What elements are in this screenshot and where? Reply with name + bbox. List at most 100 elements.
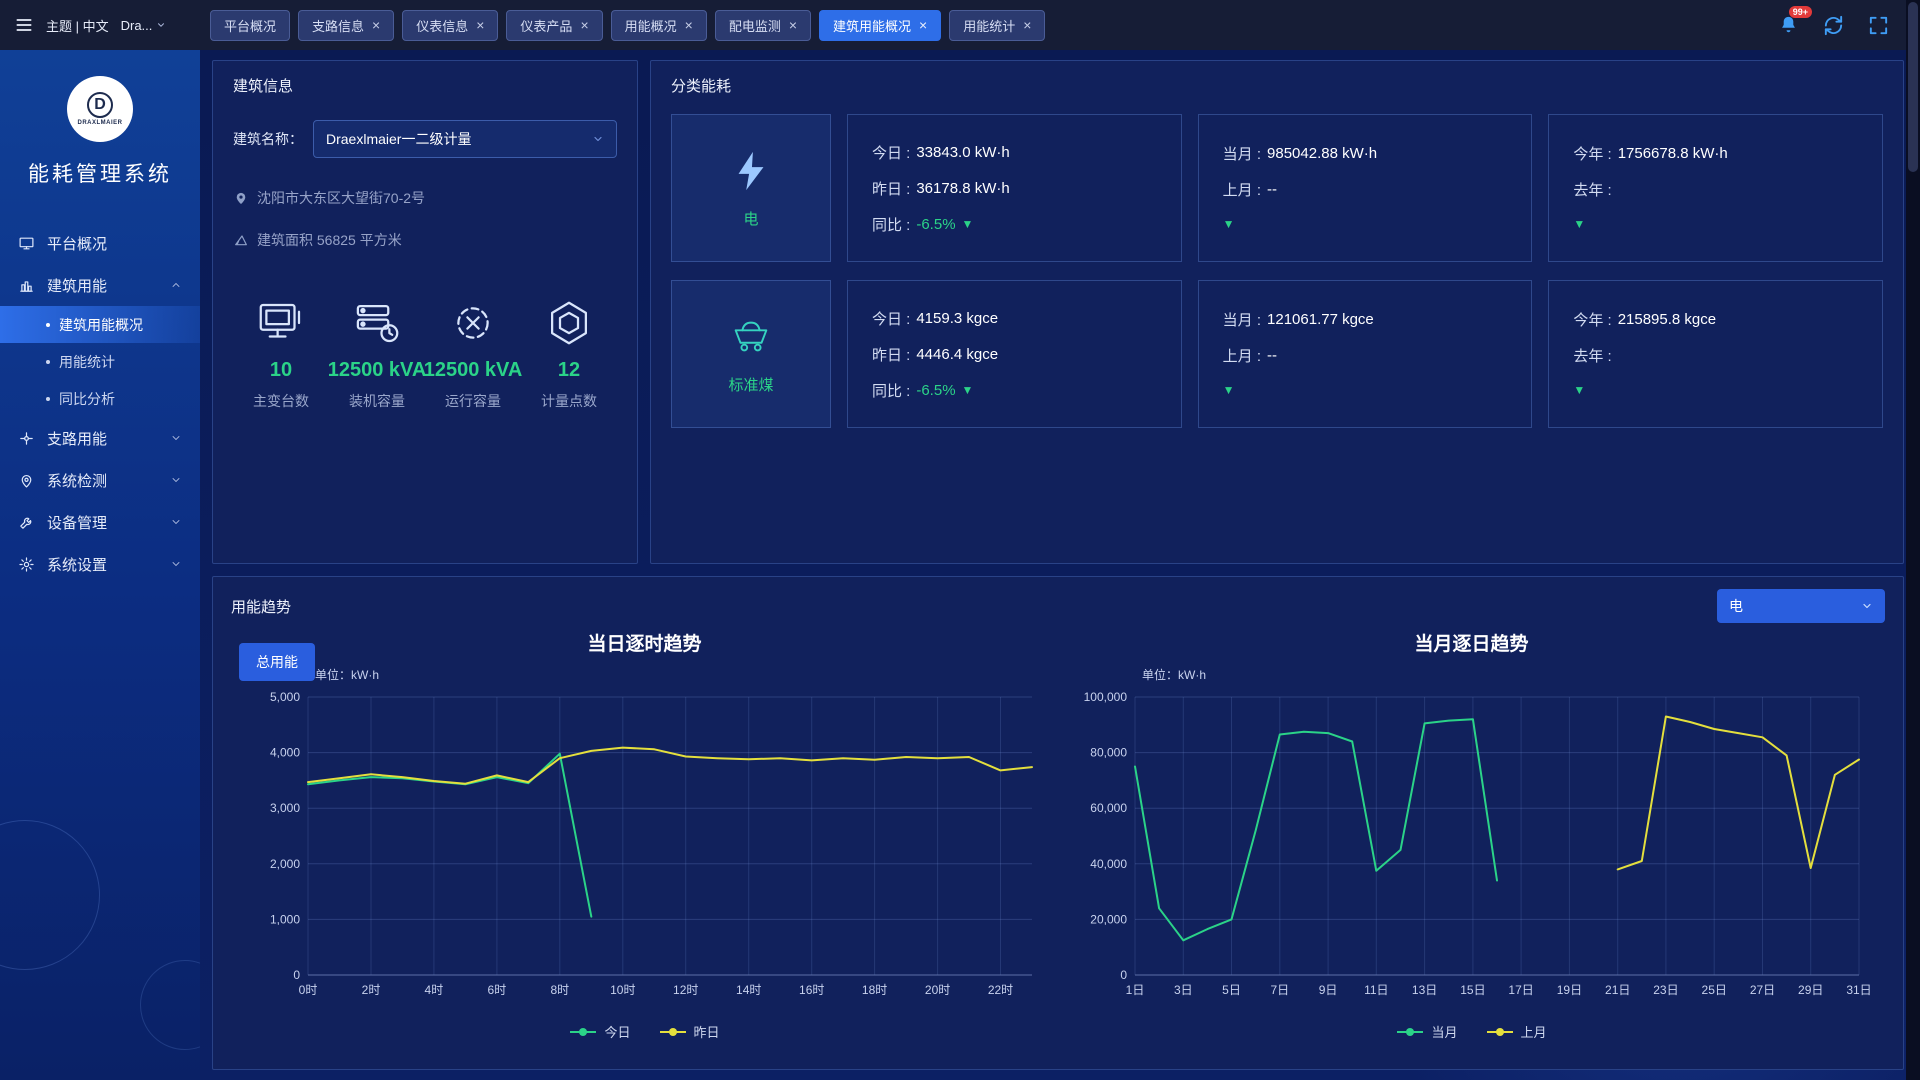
charts-row: 当日逐时趋势 单位：kW·h 0时2时4时6时8时10时12时14时16时18时… bbox=[231, 625, 1885, 1057]
location-pin-icon bbox=[233, 190, 249, 206]
trend-down-icon: ▼ bbox=[1573, 383, 1585, 397]
tab-5[interactable]: 配电监测× bbox=[715, 10, 811, 41]
chart-daily-trend: 当日逐时趋势 单位：kW·h 0时2时4时6时8时10时12时14时16时18时… bbox=[231, 625, 1058, 1057]
building-icon bbox=[18, 277, 35, 294]
svg-text:27日: 27日 bbox=[1749, 983, 1774, 997]
sidebar-subitem-1-2[interactable]: 同比分析 bbox=[0, 380, 200, 417]
svg-text:12时: 12时 bbox=[673, 983, 698, 997]
tab-3[interactable]: 仪表产品× bbox=[506, 10, 602, 41]
sidebar-item-label: 建筑用能 bbox=[47, 275, 107, 296]
stat-line: ▼ bbox=[1573, 381, 1858, 399]
svg-text:14时: 14时 bbox=[736, 983, 761, 997]
svg-text:21日: 21日 bbox=[1605, 983, 1630, 997]
fullscreen-icon bbox=[1867, 14, 1890, 37]
svg-text:16时: 16时 bbox=[799, 983, 824, 997]
installed-icon bbox=[350, 296, 404, 350]
tab-label: 平台概况 bbox=[224, 16, 276, 35]
energy-type-card-0[interactable]: 电 bbox=[671, 114, 831, 262]
refresh-icon bbox=[1822, 14, 1845, 37]
chevron-down-icon bbox=[170, 516, 182, 528]
browser-scrollbar[interactable] bbox=[1906, 0, 1920, 1080]
tab-6[interactable]: 建筑用能概况 × bbox=[819, 10, 941, 41]
building-stat-value: 10 bbox=[270, 359, 292, 382]
svg-text:3,000: 3,000 bbox=[269, 801, 299, 815]
svg-text:9日: 9日 bbox=[1318, 983, 1337, 997]
svg-text:25日: 25日 bbox=[1701, 983, 1726, 997]
tab-label: 支路信息 bbox=[312, 16, 364, 35]
chart-legend: 今日 昨日 bbox=[569, 1022, 719, 1041]
stat-value: 1756678.8 kW·h bbox=[1618, 145, 1728, 162]
legend-item-上月[interactable]: 上月 bbox=[1486, 1022, 1547, 1041]
stat-label: 上月 : bbox=[1223, 179, 1261, 200]
total-energy-button[interactable]: 总用能 bbox=[239, 643, 315, 681]
building-name-value: Draexlmaier一二级计量 bbox=[326, 129, 471, 149]
app-title: 能耗管理系统 bbox=[0, 158, 200, 188]
legend-marker-icon bbox=[1486, 1027, 1514, 1037]
sidebar-item-1[interactable]: 建筑用能 bbox=[0, 264, 200, 306]
legend-item-昨日[interactable]: 昨日 bbox=[659, 1022, 720, 1041]
stat-line: 去年 : bbox=[1573, 179, 1858, 200]
energy-type-select[interactable]: 电 bbox=[1717, 589, 1885, 623]
close-icon[interactable]: × bbox=[372, 18, 380, 32]
energy-type-card-1[interactable]: 标准煤 bbox=[671, 280, 831, 428]
notification-button[interactable]: 99+ bbox=[1777, 14, 1800, 37]
refresh-button[interactable] bbox=[1822, 14, 1845, 37]
theme-language-switch[interactable]: 主题 | 中文 bbox=[46, 16, 109, 35]
legend-label: 今日 bbox=[604, 1022, 630, 1041]
sidebar: D DRAXLMAIER 能耗管理系统 平台概况建筑用能建筑用能概况用能统计同比… bbox=[0, 50, 200, 1080]
legend-label: 上月 bbox=[1521, 1022, 1547, 1041]
sidebar-item-3[interactable]: 系统检测 bbox=[0, 459, 200, 501]
svg-text:0时: 0时 bbox=[298, 983, 317, 997]
sidebar-item-5[interactable]: 系统设置 bbox=[0, 543, 200, 585]
tab-label: 建筑用能概况 bbox=[833, 16, 911, 35]
legend-item-当月[interactable]: 当月 bbox=[1396, 1022, 1457, 1041]
close-icon[interactable]: × bbox=[919, 18, 927, 32]
transformer-icon bbox=[254, 296, 308, 350]
legend-item-今日[interactable]: 今日 bbox=[569, 1022, 630, 1041]
svg-text:15日: 15日 bbox=[1460, 983, 1485, 997]
metering-icon bbox=[542, 296, 596, 350]
building-stat-label: 运行容量 bbox=[445, 391, 501, 411]
stat-value: -6.5% bbox=[916, 382, 955, 399]
close-icon[interactable]: × bbox=[580, 18, 588, 32]
sidebar-subitem-1-0[interactable]: 建筑用能概况 bbox=[0, 306, 200, 343]
electric-icon bbox=[728, 148, 774, 194]
building-name-select[interactable]: Draexlmaier一二级计量 bbox=[313, 120, 617, 158]
svg-text:2时: 2时 bbox=[361, 983, 380, 997]
svg-text:11日: 11日 bbox=[1364, 983, 1388, 997]
chevron-down-icon bbox=[1861, 600, 1873, 612]
chart-legend: 当月 上月 bbox=[1396, 1022, 1546, 1041]
hamburger-menu-icon[interactable] bbox=[14, 15, 34, 35]
main-content: 建筑信息 建筑名称： Draexlmaier一二级计量 沈阳市大东区大望街70-… bbox=[200, 50, 1920, 1080]
close-icon[interactable]: × bbox=[1023, 18, 1031, 32]
category-rows: 电今日 : 33843.0 kW·h昨日 : 36178.8 kW·h同比 : … bbox=[671, 114, 1883, 428]
svg-text:4,000: 4,000 bbox=[269, 746, 299, 760]
tools-icon bbox=[18, 514, 35, 531]
tab-0[interactable]: 平台概况 bbox=[210, 10, 290, 41]
sidebar-item-2[interactable]: 支路用能 bbox=[0, 417, 200, 459]
category-energy-title: 分类能耗 bbox=[671, 75, 1883, 96]
fullscreen-button[interactable] bbox=[1867, 14, 1890, 37]
tab-1[interactable]: 支路信息 × bbox=[298, 10, 394, 41]
sidebar-item-0[interactable]: 平台概况 bbox=[0, 222, 200, 264]
stat-label: 去年 : bbox=[1573, 179, 1611, 200]
svg-text:5日: 5日 bbox=[1222, 983, 1241, 997]
user-menu[interactable]: Dra... bbox=[121, 18, 167, 33]
energy-stat-card-1-2: 今年 : 215895.8 kgce去年 : ▼ bbox=[1548, 280, 1883, 428]
svg-text:8时: 8时 bbox=[550, 983, 569, 997]
close-icon[interactable]: × bbox=[476, 18, 484, 32]
building-area-row: 建筑面积 56825 平方米 bbox=[233, 230, 617, 250]
building-address-row: 沈阳市大东区大望街70-2号 bbox=[233, 188, 617, 208]
close-icon[interactable]: × bbox=[789, 18, 797, 32]
stat-label: 昨日 : bbox=[872, 344, 910, 365]
stat-line: 同比 : -6.5%▼ bbox=[872, 380, 1157, 401]
scrollbar-thumb[interactable] bbox=[1908, 2, 1918, 172]
tab-7[interactable]: 用能统计× bbox=[949, 10, 1045, 41]
svg-text:23日: 23日 bbox=[1653, 983, 1678, 997]
tab-2[interactable]: 仪表信息× bbox=[402, 10, 498, 41]
area-icon bbox=[233, 232, 249, 248]
sidebar-item-4[interactable]: 设备管理 bbox=[0, 501, 200, 543]
close-icon[interactable]: × bbox=[685, 18, 693, 32]
sidebar-subitem-1-1[interactable]: 用能统计 bbox=[0, 343, 200, 380]
tab-4[interactable]: 用能概况× bbox=[611, 10, 707, 41]
